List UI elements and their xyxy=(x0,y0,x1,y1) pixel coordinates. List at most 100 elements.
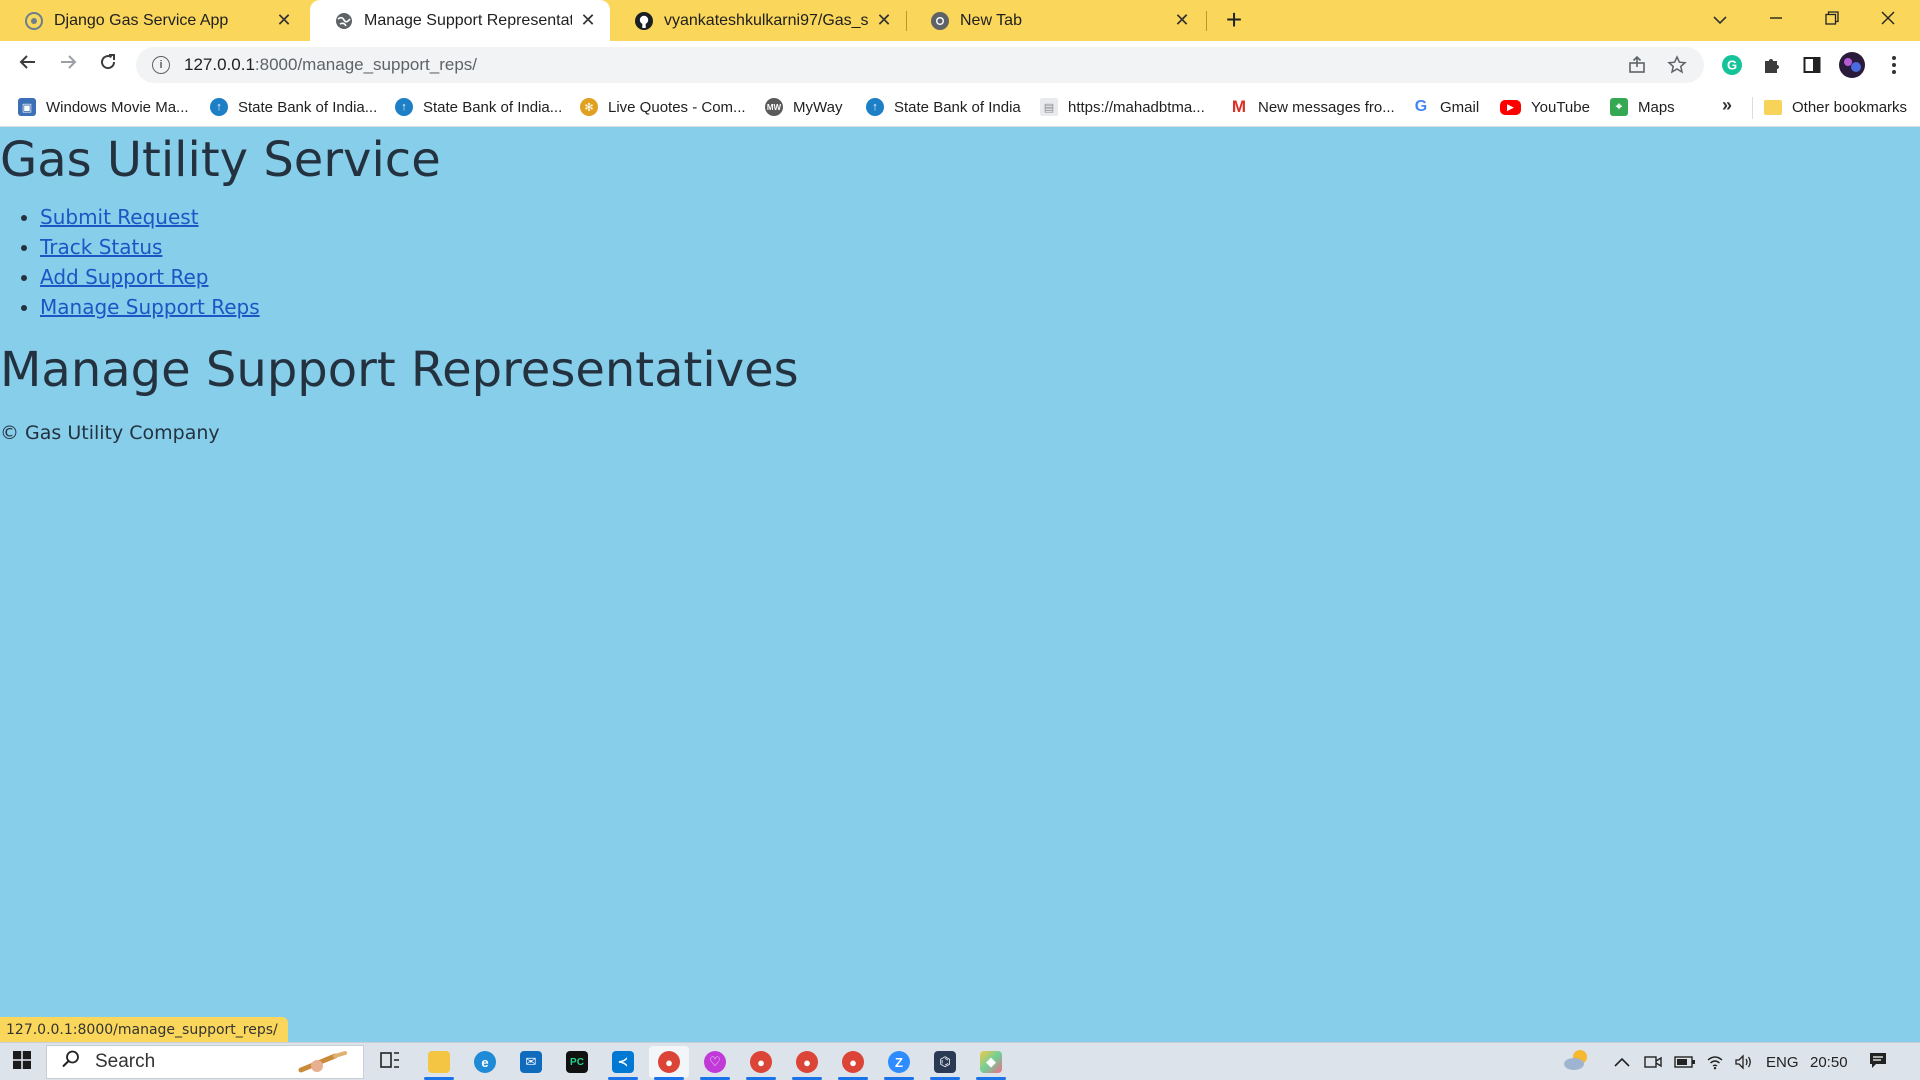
start-button[interactable] xyxy=(6,1047,38,1077)
bookmark-new-messages[interactable]: M New messages fro... xyxy=(1230,89,1395,125)
close-window-button[interactable] xyxy=(1860,0,1916,38)
search-highlight-pencil-icon xyxy=(295,1050,355,1080)
nav-link-add-support-rep[interactable]: Add Support Rep xyxy=(40,265,209,289)
svg-text:G: G xyxy=(1727,58,1737,73)
extensions-puzzle-icon[interactable] xyxy=(1758,51,1786,79)
chrome-menu-icon[interactable] xyxy=(1880,51,1908,79)
bookmark-sbi-3[interactable]: ↑ State Bank of India xyxy=(866,89,1021,125)
restore-icon xyxy=(1825,9,1839,30)
bookmark-gmail[interactable]: G Gmail xyxy=(1412,89,1479,125)
tab-new-tab[interactable]: New Tab ✕ xyxy=(906,0,1204,41)
tab-search-button[interactable] xyxy=(1692,0,1748,38)
tab-github-repo[interactable]: vyankateshkulkarni97/Gas_station ✕ xyxy=(610,0,906,41)
bookmark-mahadbt[interactable]: ▤ https://mahadbtma... xyxy=(1040,89,1205,125)
forward-button[interactable] xyxy=(52,49,84,81)
notifications-button[interactable] xyxy=(1868,1043,1888,1080)
url-host: 127.0.0.1 xyxy=(184,55,255,74)
side-panel-icon[interactable] xyxy=(1798,51,1826,79)
bookmark-label: State Bank of India... xyxy=(238,98,378,116)
bookmark-myway[interactable]: MW MyWay xyxy=(765,89,842,125)
bookmark-windows-movie-maker[interactable]: ▣ Windows Movie Ma... xyxy=(18,89,189,125)
file-explorer-icon xyxy=(428,1051,450,1073)
taskbar-vscode[interactable]: ≺ xyxy=(603,1046,643,1080)
bookmark-maps[interactable]: ⌖ Maps xyxy=(1610,89,1675,125)
bookmark-sbi-2[interactable]: ↑ State Bank of India... xyxy=(395,89,562,125)
page-footer: © Gas Utility Company xyxy=(0,422,220,444)
nav-item-submit-request: Submit Request xyxy=(40,202,260,232)
site-nav: Submit Request Track Status Add Support … xyxy=(40,202,260,322)
taskbar-file-explorer[interactable] xyxy=(419,1046,459,1080)
back-button[interactable] xyxy=(12,49,44,81)
task-view-button[interactable] xyxy=(370,1046,410,1078)
volume-icon[interactable] xyxy=(1734,1043,1754,1080)
tab-title: New Tab xyxy=(960,11,1022,29)
bookmark-label: New messages fro... xyxy=(1258,98,1395,116)
bookmark-youtube[interactable]: ▶ YouTube xyxy=(1500,89,1590,125)
app-tab-icon xyxy=(24,11,44,31)
taskbar-pycharm[interactable]: PC xyxy=(557,1046,597,1078)
nav-item-add-support-rep: Add Support Rep xyxy=(40,262,260,292)
taskbar-search-box[interactable]: Search xyxy=(46,1045,364,1079)
nav-link-submit-request[interactable]: Submit Request xyxy=(40,205,199,229)
restore-button[interactable] xyxy=(1804,0,1860,38)
close-tab-icon[interactable]: ✕ xyxy=(274,10,294,31)
taskbar-chrome-2[interactable]: ● xyxy=(741,1046,781,1080)
weather-widget[interactable] xyxy=(1562,1043,1592,1080)
bookmark-label: https://mahadbtma... xyxy=(1068,98,1205,116)
taskbar-chrome-3[interactable]: ● xyxy=(787,1046,827,1080)
language-indicator[interactable]: ENG xyxy=(1766,1043,1799,1080)
share-icon[interactable] xyxy=(1622,47,1652,83)
bookmark-live-quotes[interactable]: ✻ Live Quotes - Com... xyxy=(580,89,746,125)
other-bookmarks-folder[interactable]: Other bookmarks xyxy=(1764,89,1907,125)
taskbar-mail[interactable]: ✉ xyxy=(511,1046,551,1078)
address-url: 127.0.0.1:8000/manage_support_reps/ xyxy=(184,55,477,75)
address-bar[interactable]: i 127.0.0.1:8000/manage_support_reps/ xyxy=(136,47,1704,83)
quotes-icon: ✻ xyxy=(580,98,598,116)
search-placeholder: Search xyxy=(95,1051,156,1072)
show-hidden-icons-button[interactable] xyxy=(1614,1043,1630,1080)
tab-django-gas-service[interactable]: Django Gas Service App ✕ xyxy=(0,0,306,41)
nav-item-track-status: Track Status xyxy=(40,232,260,262)
grammarly-extension-icon[interactable]: G xyxy=(1718,51,1746,79)
bookmark-label: Windows Movie Ma... xyxy=(46,98,189,116)
close-tab-icon[interactable]: ✕ xyxy=(578,10,598,31)
new-tab-button[interactable]: + xyxy=(1220,4,1248,35)
taskbar-chrome-4[interactable]: ● xyxy=(833,1046,873,1080)
chrome-icon: ● xyxy=(796,1051,818,1073)
google-icon: G xyxy=(1414,98,1428,115)
battery-icon[interactable] xyxy=(1674,1043,1696,1080)
windows-taskbar: Search e ✉ PC ≺ ● ♡ ● ● ● Z ⌬ ◆ ENG 20:5… xyxy=(0,1042,1920,1080)
profile-avatar[interactable] xyxy=(1838,51,1866,79)
taskbar-zoom[interactable]: Z xyxy=(879,1046,919,1080)
bookmark-star-icon[interactable] xyxy=(1662,47,1692,83)
chrome-icon: ● xyxy=(750,1051,772,1073)
link-status-bubble: 127.0.0.1:8000/manage_support_reps/ xyxy=(0,1017,288,1042)
movie-maker-icon: ▣ xyxy=(18,98,36,116)
nav-link-manage-support-reps[interactable]: Manage Support Reps xyxy=(40,295,260,319)
taskbar-brave[interactable]: ♡ xyxy=(695,1046,735,1080)
bookmark-sbi-1[interactable]: ↑ State Bank of India... xyxy=(210,89,377,125)
tab-title: Manage Support Representatives xyxy=(364,11,572,29)
nav-link-track-status[interactable]: Track Status xyxy=(40,235,162,259)
clock[interactable]: 20:50 xyxy=(1810,1043,1848,1080)
taskbar-edge[interactable]: e xyxy=(465,1046,505,1078)
reload-button[interactable] xyxy=(92,49,124,81)
wifi-icon[interactable] xyxy=(1706,1043,1724,1080)
forward-arrow-icon xyxy=(58,52,78,78)
taskbar-paint[interactable]: ◆ xyxy=(971,1046,1011,1080)
site-title: Gas Utility Service xyxy=(0,132,441,188)
edge-icon: e xyxy=(474,1051,496,1073)
taskbar-sql[interactable]: ⌬ xyxy=(925,1046,965,1080)
taskbar-chrome-active[interactable]: ● xyxy=(649,1046,689,1080)
other-bookmarks-label: Other bookmarks xyxy=(1792,98,1908,116)
site-info-icon[interactable]: i xyxy=(152,56,170,74)
chrome-icon xyxy=(930,11,950,31)
close-tab-icon[interactable]: ✕ xyxy=(1172,10,1192,31)
minimize-button[interactable] xyxy=(1748,0,1804,38)
folder-icon xyxy=(1764,99,1782,115)
sbi-icon: ↑ xyxy=(395,98,413,116)
meet-now-icon[interactable] xyxy=(1644,1043,1662,1080)
tab-manage-support-reps[interactable]: Manage Support Representatives ✕ xyxy=(310,0,610,41)
close-tab-icon[interactable]: ✕ xyxy=(874,10,894,31)
more-bookmarks-chevron-icon[interactable]: » xyxy=(1722,95,1732,116)
